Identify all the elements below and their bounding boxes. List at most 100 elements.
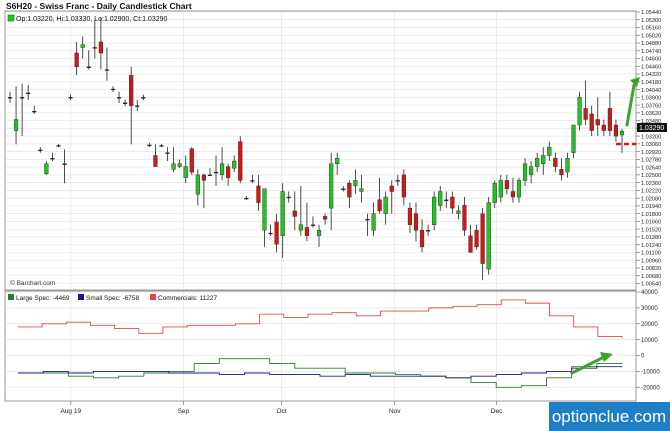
candle-body xyxy=(165,152,170,154)
candle-body xyxy=(274,221,279,245)
price-tick-label: 1.05020 xyxy=(641,33,661,39)
cot-legend: Large Spec: -4469 Small Spec: -6758 Comm… xyxy=(8,294,218,302)
chart-root: 1.00540 1.00680 1.00820 1.00960 1.01100 1.012… xyxy=(0,0,670,431)
candle-body xyxy=(147,144,152,147)
candle-body xyxy=(68,97,73,99)
price-tick-label: 1.02500 xyxy=(641,173,661,179)
price-tick-label: 1.05160 xyxy=(641,26,661,32)
candle-body xyxy=(44,163,49,174)
candle-body xyxy=(129,74,134,106)
date-tick-label: Aug 19 xyxy=(60,408,81,415)
candle-body xyxy=(541,155,546,164)
candle xyxy=(189,147,194,175)
price-tick-label: 1.02080 xyxy=(641,196,661,202)
candle-body xyxy=(238,141,243,181)
candle-body xyxy=(565,158,570,173)
candle-body xyxy=(298,224,303,231)
candle-body xyxy=(462,205,467,231)
candle-body xyxy=(395,180,400,182)
candle-body xyxy=(316,230,322,237)
barchart-figure: 1.00540 1.00680 1.00820 1.009601.01100 1.012… xyxy=(0,0,670,431)
price-tick-label: 1.02920 xyxy=(641,150,661,156)
candle-body xyxy=(510,191,516,198)
candle-body xyxy=(159,145,164,147)
candle-body xyxy=(365,218,370,221)
candle-body xyxy=(104,69,110,71)
candle-body xyxy=(250,180,255,182)
candle-body xyxy=(589,113,594,131)
price-tick-label: 1.03900 xyxy=(641,96,661,102)
price-tick-label: 1.01240 xyxy=(641,243,661,249)
candle-body xyxy=(141,97,146,99)
candle-body xyxy=(535,158,540,167)
candle-body xyxy=(383,196,388,214)
candle-body xyxy=(13,119,19,131)
price-tick-label: 1.00960 xyxy=(641,258,661,264)
candle-body xyxy=(559,169,564,176)
ohlc-legend-swatch xyxy=(7,14,15,22)
date-tick-label: Oct xyxy=(276,408,286,415)
candle-body xyxy=(80,44,85,48)
candle-body xyxy=(347,182,352,198)
candle-body xyxy=(335,158,340,164)
price-tick-label: 1.01520 xyxy=(641,227,661,233)
candle-body xyxy=(341,188,346,190)
candle-body xyxy=(401,174,406,198)
candle-body xyxy=(98,41,103,54)
candle-body xyxy=(498,180,503,198)
candle-body xyxy=(213,171,219,174)
price-tick-label: 1.01800 xyxy=(641,212,661,218)
candle-body xyxy=(583,108,588,120)
candle-body xyxy=(438,191,443,206)
price-tick-label: 1.05440 xyxy=(641,10,661,16)
candle-body xyxy=(377,199,382,212)
price-tick-label: 1.04880 xyxy=(641,41,661,47)
candle-body xyxy=(613,124,619,137)
price-tick-label: 1.04320 xyxy=(641,72,661,78)
price-tick-label: 1.02360 xyxy=(641,181,661,187)
price-tick-label: 1.01380 xyxy=(641,235,661,241)
candle-body xyxy=(426,230,431,232)
candle xyxy=(577,91,582,131)
candle-body xyxy=(286,196,291,199)
price-tick-label: 1.03060 xyxy=(641,142,661,148)
candle-body xyxy=(207,174,213,176)
candle-body xyxy=(577,97,582,126)
candle-body xyxy=(353,180,358,187)
candle-body xyxy=(226,166,231,178)
cot-tick-label: -20000 xyxy=(641,385,660,391)
candle-body xyxy=(244,197,249,200)
date-tick-label: Dec xyxy=(491,408,503,415)
candle-body xyxy=(504,180,509,189)
candle-body xyxy=(74,52,79,68)
candle-body xyxy=(280,191,285,237)
legend-swatch-small-spec xyxy=(78,294,84,300)
candle-body xyxy=(20,97,25,99)
candle-body xyxy=(7,97,13,99)
candle-body xyxy=(56,145,61,147)
candle-body xyxy=(444,199,449,201)
price-tick-label: 1.02220 xyxy=(641,189,661,195)
legend-small-spec: Small Spec: -6758 xyxy=(86,295,139,302)
candle xyxy=(432,191,437,231)
price-tick-label: 1.02780 xyxy=(641,158,661,164)
price-tick-label: 1.00540 xyxy=(641,282,661,288)
candle-body xyxy=(304,227,309,237)
candle-body xyxy=(407,207,412,225)
candle xyxy=(238,136,243,184)
price-tick-label: 1.05300 xyxy=(641,18,661,24)
legend-swatch-commercials xyxy=(150,294,156,300)
candle-body xyxy=(522,163,528,181)
candle-body xyxy=(268,232,273,235)
legend-commercials: Commercials: 11227 xyxy=(158,295,218,302)
price-tick-label: 1.04040 xyxy=(641,88,661,94)
watermark: optionclue.com xyxy=(549,402,670,431)
ohlc-readout: Op:1.03220, Hi:1.03330, Lo:1.02900, Ct:1… xyxy=(16,16,168,23)
candle-body xyxy=(547,146,552,156)
candle-body xyxy=(195,174,200,195)
candle-body xyxy=(171,163,176,170)
legend-large-spec: Large Spec: -4469 xyxy=(16,295,70,302)
candle-body xyxy=(450,196,455,209)
candle-body xyxy=(571,124,576,153)
candle-body xyxy=(38,149,43,152)
